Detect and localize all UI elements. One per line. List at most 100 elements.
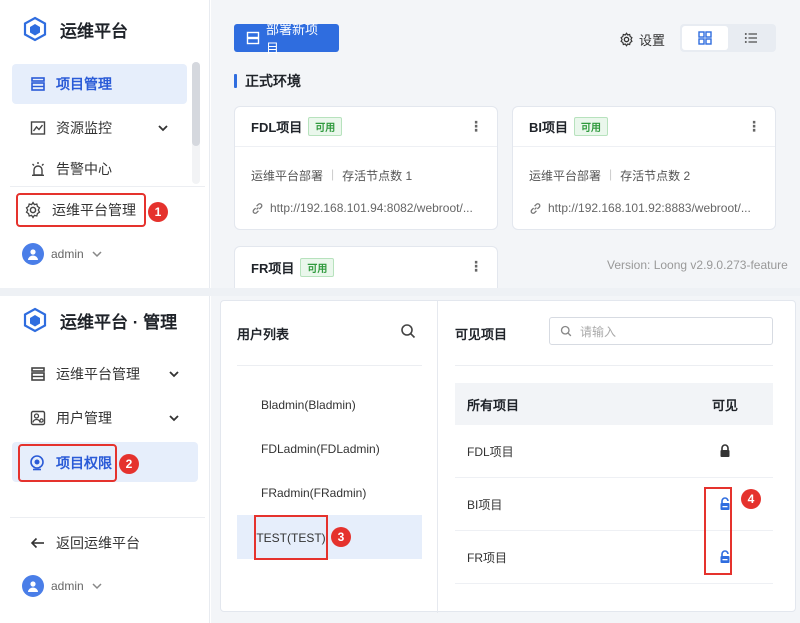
project-list-icon (30, 76, 46, 92)
project-list-icon (30, 366, 46, 382)
card-link[interactable]: http://192.168.101.94:8082/webroot/... (235, 201, 497, 215)
user-menu[interactable]: admin (22, 575, 103, 597)
gear-icon (24, 201, 42, 219)
arrow-left-icon (30, 535, 46, 551)
nav-label: 用户管理 (56, 410, 112, 426)
version-text: Version: Loong v2.9.0.273-feature (607, 258, 788, 272)
search-icon[interactable] (400, 323, 416, 339)
card-header: FDL项目 可用 ⋮ (235, 107, 497, 147)
permission-panel: 用户列表 Bladmin(Bladmin) FDLadmin(FDLadmin)… (220, 300, 796, 613)
user-list-divider (237, 365, 422, 366)
nav-project-permission[interactable]: 项目权限 (18, 444, 117, 482)
brand-title: 运维平台 · 管理 (60, 312, 178, 332)
highlight-box-visibility (704, 487, 732, 575)
card-title: BI项目 (529, 120, 569, 135)
card-desc: 运维平台部署 (251, 169, 324, 183)
nav-resource-monitor[interactable]: 资源监控 (12, 108, 187, 148)
nav-project-management[interactable]: 项目管理 (12, 64, 187, 104)
card-nodes: 存活节点数 1 (342, 169, 413, 183)
card-title: FDL项目 (251, 120, 303, 135)
step-marker-1: 1 (148, 202, 168, 222)
top-sidebar: 运维平台 项目管理 资源监控 告警中心 运维平台管理 1 admin (0, 0, 210, 288)
user-list-item[interactable]: Bladmin(Bladmin) (237, 383, 422, 427)
scrollbar-thumb[interactable] (192, 62, 200, 146)
more-vertical-icon[interactable]: ⋮ (747, 119, 761, 133)
search-placeholder: 请输入 (580, 324, 617, 339)
view-toggle (680, 24, 776, 52)
status-badge: 可用 (574, 117, 609, 136)
card-url: http://192.168.101.92:8883/webroot/... (548, 201, 751, 215)
column-all-projects: 所有项目 (467, 397, 520, 413)
grid-icon (698, 31, 712, 45)
selected-user-label[interactable]: TEST(TEST) (254, 515, 328, 560)
nav-alert-center[interactable]: 告警中心 (12, 152, 187, 186)
brand-title: 运维平台 (60, 21, 128, 41)
chevron-down-icon (168, 412, 180, 424)
nav-label: 项目管理 (56, 76, 112, 92)
brand: 运维平台 · 管理 (22, 307, 177, 333)
table-header: 所有项目 可见 (455, 383, 773, 425)
more-vertical-icon[interactable]: ⋮ (469, 119, 483, 133)
deploy-new-project-button[interactable]: 部署新项目 (234, 22, 339, 56)
project-card[interactable]: BI项目 可用 ⋮ 运维平台部署 | 存活节点数 2 http://192.16… (512, 106, 776, 230)
card-url: http://192.168.101.94:8082/webroot/... (270, 201, 473, 215)
user-list-panel: 用户列表 Bladmin(Bladmin) FDLadmin(FDLadmin)… (221, 301, 438, 613)
chevron-down-icon (157, 122, 169, 134)
nav-label: 运维平台管理 (52, 202, 136, 218)
logo-cube-icon (22, 307, 48, 333)
list-view-button[interactable] (728, 26, 774, 50)
user-list-item[interactable]: FDLadmin(FDLadmin) (237, 427, 422, 471)
card-header: FR项目 可用 ⋮ (235, 247, 497, 287)
card-header: BI项目 可用 ⋮ (513, 107, 775, 147)
card-title: FR项目 (251, 260, 295, 276)
step-marker-2: 2 (119, 454, 139, 474)
nav-platform-management[interactable]: 运维平台管理 (16, 193, 146, 227)
status-badge: 可用 (300, 257, 335, 277)
card-meta: 运维平台部署 | 存活节点数 1 (235, 167, 497, 184)
search-icon (560, 325, 572, 337)
project-search-input[interactable]: 请输入 (549, 317, 773, 345)
section-label: 正式环境 (245, 73, 301, 89)
card-meta: 运维平台部署 | 存活节点数 2 (513, 167, 775, 184)
nav-user-management[interactable]: 用户管理 (12, 398, 198, 438)
nav-platform-management[interactable]: 运维平台管理 (12, 354, 198, 394)
more-vertical-icon[interactable]: ⋮ (469, 259, 483, 273)
nav-label: 运维平台管理 (56, 366, 140, 382)
step-marker-3: 3 (331, 527, 351, 547)
user-list-item[interactable]: FRadmin(FRadmin) (237, 471, 422, 515)
sidebar-divider (10, 186, 205, 187)
settings-label: 设置 (639, 33, 666, 48)
brand: 运维平台 (22, 16, 128, 42)
lock-closed-icon[interactable] (695, 444, 755, 458)
separator: | (609, 167, 613, 181)
card-desc: 运维平台部署 (529, 169, 602, 183)
back-to-platform-link[interactable]: 返回运维平台 (12, 523, 198, 563)
user-menu[interactable]: admin (22, 243, 103, 265)
deploy-label: 部署新项目 (266, 22, 319, 56)
settings-button[interactable]: 设置 (619, 30, 665, 49)
nav-label: 资源监控 (56, 120, 112, 136)
monitor-chart-icon (30, 120, 46, 136)
avatar (22, 243, 44, 265)
card-link[interactable]: http://192.168.101.92:8883/webroot/... (513, 201, 775, 215)
user-list-title: 用户列表 (237, 327, 290, 342)
project-name: FDL项目 (467, 444, 514, 459)
project-card[interactable]: FDL项目 可用 ⋮ 运维平台部署 | 存活节点数 1 http://192.1… (234, 106, 498, 230)
link-icon (251, 202, 264, 215)
separator: | (331, 167, 335, 181)
grid-view-button[interactable] (682, 26, 728, 50)
webcam-permission-icon (28, 454, 46, 472)
sidebar-scrollbar[interactable] (192, 62, 200, 184)
nav-label: 告警中心 (56, 161, 112, 177)
username: admin (51, 247, 84, 261)
section-title: 正式环境 (234, 71, 301, 91)
list-icon (744, 31, 758, 45)
step-marker-4: 4 (741, 489, 761, 509)
chevron-down-icon (91, 248, 103, 260)
status-badge: 可用 (308, 117, 343, 136)
bottom-sidebar: 运维平台 · 管理 运维平台管理 用户管理 项目权限 2 返回运维平台 admi… (0, 296, 210, 623)
card-nodes: 存活节点数 2 (620, 169, 691, 183)
sidebar-divider (10, 517, 205, 518)
screenshot-divider (0, 288, 800, 296)
user-settings-icon (30, 410, 46, 426)
